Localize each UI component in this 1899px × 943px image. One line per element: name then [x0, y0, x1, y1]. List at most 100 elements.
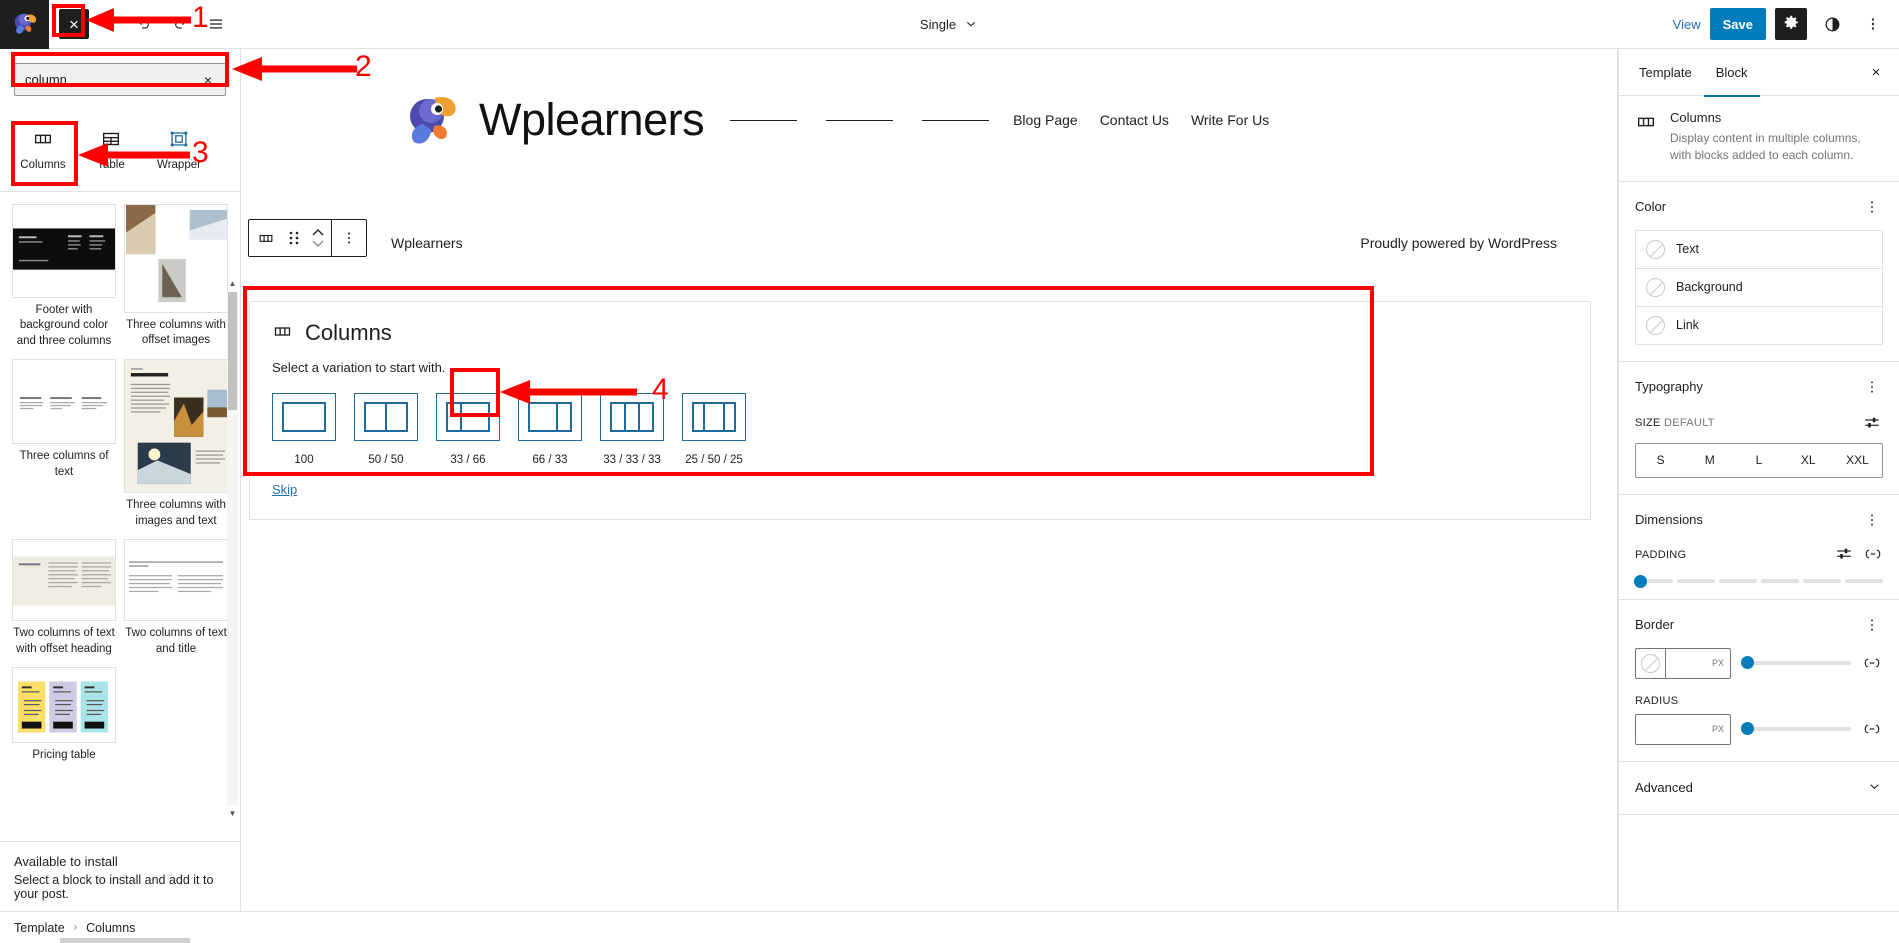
wordpress-logo-icon[interactable]: [0, 0, 49, 49]
footer-credit-prefix: Proudly powered by: [1360, 235, 1489, 251]
block-type-label: Columns: [20, 159, 66, 171]
color-option-background[interactable]: Background: [1636, 269, 1882, 307]
pattern-caption: Pricing table: [32, 749, 96, 762]
pattern-item[interactable]: Three columns with offset images: [124, 203, 228, 350]
border-width-slider-knob[interactable]: [1741, 656, 1754, 670]
top-bar-right-controls: View Save: [1673, 8, 1899, 40]
pattern-item[interactable]: Pricing table: [12, 667, 116, 764]
typography-options-kebab-icon[interactable]: [1861, 376, 1883, 398]
padding-custom-icon[interactable]: [1835, 545, 1853, 566]
toolbar-columns-icon[interactable]: [249, 228, 283, 248]
font-size-custom-icon[interactable]: [1861, 412, 1883, 434]
skip-variation-link[interactable]: Skip: [272, 482, 297, 497]
gear-icon[interactable]: [1775, 8, 1807, 40]
block-type-table[interactable]: Table: [78, 116, 144, 179]
variation-preview: [354, 393, 418, 441]
border-radius-input[interactable]: PX: [1635, 713, 1731, 745]
pattern-thumbnail: [12, 203, 116, 298]
variation-66-33[interactable]: 66 / 33: [518, 393, 582, 466]
undo-button[interactable]: [127, 7, 161, 41]
variation-100[interactable]: 100: [272, 393, 336, 466]
drag-handle-icon[interactable]: [283, 229, 305, 247]
font-size-s[interactable]: S: [1636, 444, 1685, 477]
radius-link-corners-icon[interactable]: [1861, 722, 1883, 736]
padding-slider-knob[interactable]: [1634, 574, 1647, 588]
up-down-arrows-icon[interactable]: [305, 226, 331, 250]
padding-slider[interactable]: [1634, 574, 1883, 588]
scrollbar-thumb[interactable]: [228, 291, 237, 410]
slider-segment: [1677, 578, 1715, 583]
list-view-button[interactable]: [199, 7, 233, 41]
variation-25-50-25[interactable]: 25 / 50 / 25: [682, 393, 746, 466]
variation-50-50[interactable]: 50 / 50: [354, 393, 418, 466]
save-button[interactable]: Save: [1709, 8, 1766, 40]
pattern-item[interactable]: Two columns of text and title: [124, 539, 228, 657]
border-section-title: Border: [1635, 617, 1675, 633]
dimensions-section-title: Dimensions: [1635, 512, 1703, 528]
document-title[interactable]: Single: [920, 17, 956, 32]
site-logo-icon: [401, 89, 463, 151]
chevron-down-icon[interactable]: [963, 16, 979, 32]
font-size-m[interactable]: M: [1685, 444, 1734, 477]
view-link[interactable]: View: [1673, 17, 1701, 32]
breadcrumb-item-columns[interactable]: Columns: [86, 921, 135, 935]
close-sidebar-icon[interactable]: ×: [1861, 57, 1891, 87]
kebab-icon[interactable]: [1857, 8, 1889, 40]
color-option-text[interactable]: Text: [1636, 231, 1882, 269]
pattern-item[interactable]: Footer with background color and three c…: [12, 203, 116, 350]
breadcrumb: Template › Columns: [0, 911, 1899, 943]
site-header: Wplearners Blog Page Contact Us Write Fo…: [241, 49, 1617, 181]
font-size-xxl[interactable]: XXL: [1833, 444, 1882, 477]
redo-button[interactable]: [163, 7, 197, 41]
pattern-item[interactable]: Three columns with images and text: [124, 359, 228, 529]
scroll-up-icon[interactable]: ▲: [227, 278, 238, 290]
advanced-section-title: Advanced: [1635, 780, 1693, 796]
nav-link-contact-us[interactable]: Contact Us: [1100, 112, 1169, 128]
clear-search-icon[interactable]: ×: [198, 70, 218, 90]
toolbar-kebab-icon[interactable]: [332, 220, 366, 256]
settings-sidebar: Template Block × Columns Display content…: [1618, 49, 1899, 911]
padding-link-sides-icon[interactable]: [1863, 547, 1883, 564]
search-input[interactable]: [14, 63, 226, 96]
nav-link-blog-page[interactable]: Blog Page: [1013, 112, 1078, 128]
border-radius-slider-knob[interactable]: [1741, 722, 1754, 736]
dimensions-options-kebab-icon[interactable]: [1861, 509, 1883, 531]
border-link-sides-icon[interactable]: [1861, 656, 1883, 670]
border-color-swatch-icon[interactable]: [1636, 648, 1666, 678]
pattern-item[interactable]: Three columns of text: [12, 359, 116, 529]
border-width-input[interactable]: PX: [1635, 647, 1731, 679]
inserter-scrollbar[interactable]: ▲ ▼: [227, 279, 238, 818]
variation-33-66[interactable]: 33 / 66: [436, 393, 500, 466]
font-size-xl[interactable]: XL: [1784, 444, 1833, 477]
border-radius-slider[interactable]: [1741, 722, 1851, 736]
pattern-item[interactable]: Two columns of text with offset heading: [12, 539, 116, 657]
close-inserter-button[interactable]: ×: [59, 9, 89, 39]
border-width-row: PX: [1635, 647, 1883, 679]
tab-block[interactable]: Block: [1703, 50, 1760, 97]
scroll-down-icon[interactable]: ▼: [227, 807, 238, 819]
tools-select-button[interactable]: [91, 7, 125, 41]
block-toolbar: [248, 219, 367, 257]
advanced-section-toggle[interactable]: Advanced: [1619, 762, 1899, 814]
nav-link-write-for-us[interactable]: Write For Us: [1191, 112, 1269, 128]
slider-segment: [1761, 578, 1799, 583]
font-size-value: DEFAULT: [1664, 416, 1715, 429]
color-options-kebab-icon[interactable]: [1861, 196, 1883, 218]
variation-33-33-33[interactable]: 33 / 33 / 33: [600, 393, 664, 466]
color-option-link[interactable]: Link: [1636, 307, 1882, 344]
no-color-swatch-icon: [1646, 277, 1665, 297]
slider-segment: [1803, 578, 1841, 583]
breadcrumb-item-template[interactable]: Template: [14, 921, 65, 935]
pattern-thumbnail: [12, 667, 116, 744]
block-type-columns[interactable]: Columns: [10, 116, 76, 179]
font-size-l[interactable]: L: [1734, 444, 1783, 477]
contrast-icon[interactable]: [1816, 8, 1848, 40]
tab-template[interactable]: Template: [1627, 50, 1704, 97]
block-toolbar-group: [249, 220, 331, 256]
wordpress-link[interactable]: WordPress: [1488, 235, 1557, 251]
border-options-kebab-icon[interactable]: [1861, 614, 1883, 636]
block-type-wrapper[interactable]: Wrapper: [146, 116, 212, 179]
border-width-slider[interactable]: [1741, 656, 1851, 670]
color-option-label: Background: [1676, 280, 1743, 295]
settings-tabs: Template Block ×: [1619, 49, 1899, 97]
